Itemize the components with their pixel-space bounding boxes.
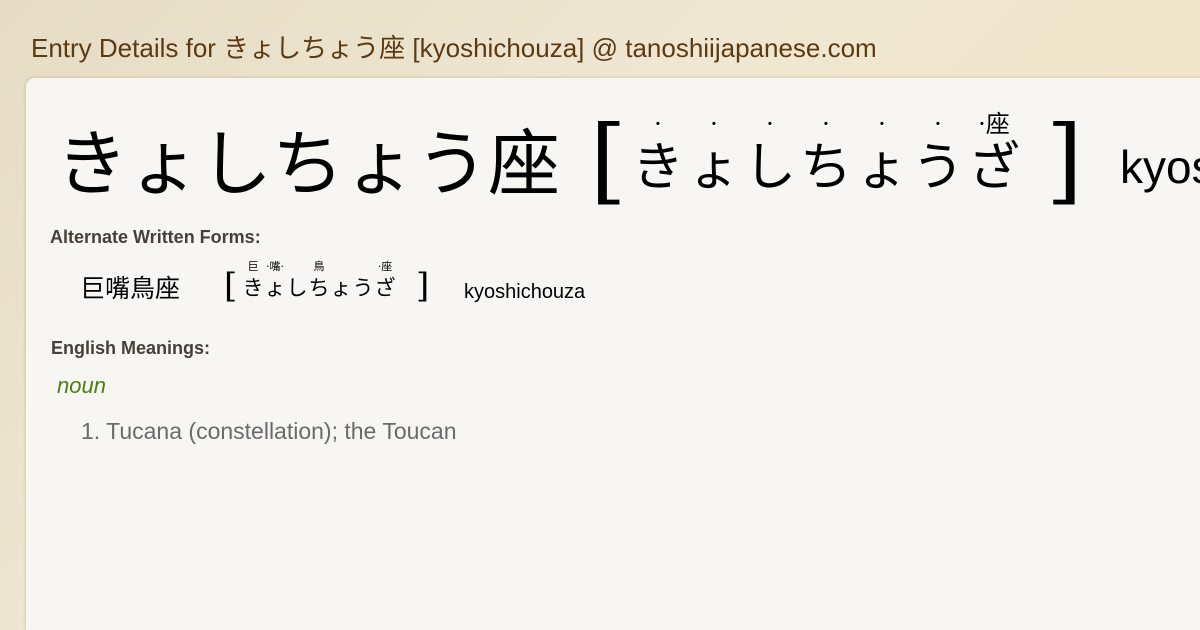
alt-reading-ruby: 鳥 [313, 260, 325, 273]
alt-reading-char: ょ [264, 276, 286, 300]
reading-char: ょ [687, 138, 740, 198]
reading-ruby-mark: · [934, 110, 942, 138]
alt-reading-char: き [242, 276, 264, 300]
english-meanings-label: English Meanings: [51, 338, 211, 358]
alt-reading-ruby: ·座 [377, 260, 393, 273]
page-title: Entry Details for きょしちょう座 [kyoshichouza]… [31, 33, 877, 63]
alternate-form-romaji: kyoshichouza [464, 281, 586, 303]
reading-open-bracket: [ [590, 106, 627, 215]
alternate-form-kanji: 巨嘴鳥座 [80, 274, 181, 303]
meanings-list: 1. Tucana (constellation); the Toucan [81, 417, 456, 445]
reading-close-bracket: ] [1046, 106, 1083, 215]
reading-ruby-mark: · [822, 110, 830, 138]
reading-char: ち [799, 138, 852, 198]
reading-ruby-mark: · [766, 110, 774, 138]
alt-reading-ruby: ·嘴· [266, 260, 284, 273]
alt-reading-char: う [352, 276, 374, 300]
reading-char: ざ [967, 138, 1020, 198]
reading-char: き [631, 138, 684, 198]
alt-reading-char: ち [308, 276, 330, 300]
alternate-forms-label: Alternate Written Forms: [50, 227, 261, 247]
entry-romaji: kyoshichouza [1120, 141, 1200, 193]
entry-kanji: きょしちょう座 [56, 122, 561, 206]
reading-ruby-mark: ·座 [978, 110, 1010, 138]
meaning-item: 1. Tucana (constellation); the Toucan [81, 418, 457, 444]
reading-ruby-mark: · [710, 110, 718, 138]
alt-reading-char: し [286, 276, 308, 300]
reading-char: し [743, 138, 796, 198]
reading-ruby-mark: · [878, 110, 886, 138]
alt-reading-close-bracket: ] [416, 266, 430, 306]
reading-ruby-mark: · [654, 110, 662, 138]
reading-char: ょ [855, 138, 908, 198]
part-of-speech: noun [57, 373, 106, 398]
reading-char: う [911, 138, 964, 198]
entry-details-panel: きょしちょう座 [ · き · ょ · し · ち · ょ · う ·座 ざ ]… [26, 78, 1200, 630]
alt-reading-char: ざ [374, 276, 396, 300]
alt-reading-char: ょ [330, 276, 352, 300]
